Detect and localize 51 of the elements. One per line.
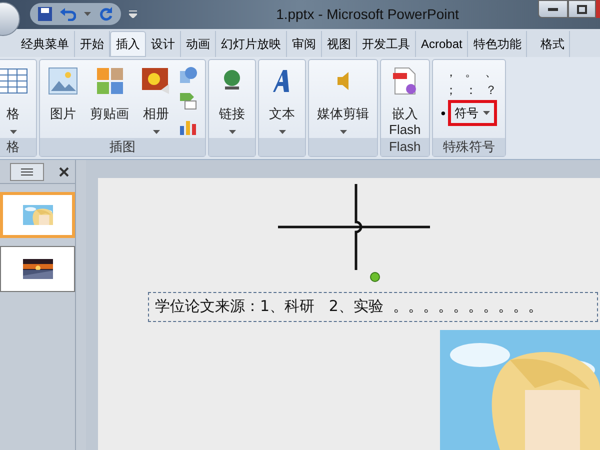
customize-icon[interactable]: [129, 10, 137, 18]
ribbon-button[interactable]: 链接: [213, 64, 251, 134]
symbol-item[interactable]: ？: [480, 82, 501, 98]
group-label: 特殊符号: [432, 138, 505, 156]
minimize-icon: [548, 8, 558, 10]
maximize-icon: [577, 4, 587, 14]
slide-thumbnail[interactable]: [0, 192, 75, 238]
group-label: 格: [0, 138, 36, 156]
ribbon-button[interactable]: 剪贴画: [86, 64, 133, 122]
ribbon-button[interactable]: 图片: [44, 64, 82, 122]
maximize-button[interactable]: [568, 0, 596, 18]
photo-album-icon: [141, 66, 171, 96]
table-icon: [0, 66, 28, 96]
ribbon-button[interactable]: 文本: [263, 64, 301, 134]
rotation-handle[interactable]: [370, 272, 380, 282]
group-label: Flash: [381, 138, 429, 156]
close-icon[interactable]: [59, 166, 69, 176]
caret-icon: [278, 130, 286, 134]
group-label: 插图: [40, 138, 205, 156]
ribbon-button[interactable]: 嵌入 Flash: [385, 64, 425, 138]
outline-tab[interactable]: [10, 162, 44, 180]
caret-icon: [340, 130, 346, 134]
minimize-button[interactable]: [538, 0, 568, 18]
speaker-icon: [337, 72, 349, 90]
ribbon-button[interactable]: 相册: [137, 64, 175, 134]
diagram-icon: [179, 92, 197, 110]
symbol-item[interactable]: ；: [440, 82, 461, 98]
ribbon-button[interactable]: 格: [0, 64, 32, 134]
symbol-item[interactable]: •: [440, 102, 446, 124]
caret-icon: [152, 130, 160, 134]
redo-icon[interactable]: [99, 7, 113, 22]
undo-icon[interactable]: [60, 7, 76, 22]
slide-thumbnail[interactable]: [0, 246, 75, 292]
symbol-item[interactable]: ，: [440, 64, 461, 80]
symbol-item[interactable]: ：: [460, 82, 481, 98]
symbol-item[interactable]: 。: [460, 64, 481, 80]
symbol-button[interactable]: 符号: [448, 100, 497, 126]
bar-chart-icon: [179, 118, 197, 136]
save-icon[interactable]: [38, 7, 52, 22]
image-icon: [48, 66, 78, 96]
list-icon: [21, 168, 33, 176]
symbol-item[interactable]: 、: [480, 64, 501, 80]
caret-icon: [482, 111, 490, 115]
ribbon-button[interactable]: 媒体剪辑: [313, 64, 373, 134]
clip-art-icon: [94, 66, 124, 96]
slide-text: 学位论文来源：1、科研 2、实验 。。。。。。。。。。: [155, 297, 543, 315]
caret-icon: [10, 130, 16, 134]
ribbon-tab[interactable]: 插入: [110, 31, 146, 57]
window-title: 1.pptx - Microsoft PowerPoint: [275, 4, 460, 24]
caret-icon: [228, 130, 236, 134]
caret-icon: [84, 12, 91, 16]
